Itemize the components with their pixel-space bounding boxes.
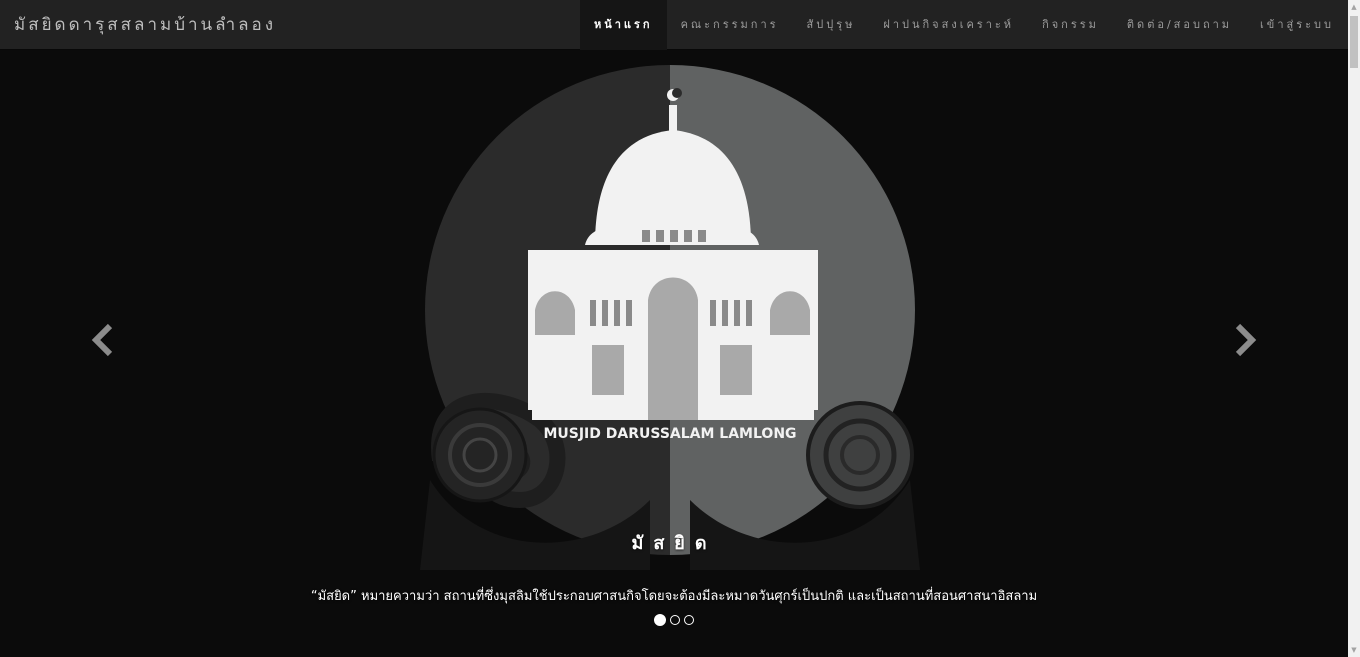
logo-text: MUSJID DARUSSALAM LAMLONG <box>543 426 796 442</box>
chevron-left-icon[interactable] <box>84 320 124 360</box>
nav-item-home[interactable]: หน้าแรก <box>579 0 667 50</box>
scrollbar-thumb[interactable] <box>1350 16 1358 68</box>
hero-carousel: MUSJID DARUSSALAM LAMLONG มัสยิด “มัสยิด… <box>0 50 1348 657</box>
main-nav: หน้าแรก คณะกรรมการ สัปปุรุษ ฝาปนกิจสงเคร… <box>579 0 1348 50</box>
scroll-up-arrow-icon[interactable]: ▲ <box>1348 0 1360 14</box>
nav-item-members[interactable]: สัปปุรุษ <box>793 0 870 50</box>
mosque-logo: MUSJID DARUSSALAM LAMLONG <box>420 65 920 570</box>
scroll-down-arrow-icon[interactable]: ▼ <box>1348 643 1360 657</box>
navbar: มัสยิดดารุสสลามบ้านลำลอง หน้าแรก คณะกรรม… <box>0 0 1348 50</box>
nav-item-login[interactable]: เข้าสู่ระบบ <box>1246 0 1348 50</box>
page-scrollbar[interactable]: ▲ ▼ <box>1348 0 1360 657</box>
carousel-indicators <box>0 614 1348 626</box>
nav-item-committee[interactable]: คณะกรรมการ <box>667 0 793 50</box>
carousel-indicator-2[interactable] <box>670 615 680 625</box>
carousel-caption-title: มัสยิด <box>631 533 717 554</box>
carousel-indicator-3[interactable] <box>684 615 694 625</box>
carousel-indicator-1[interactable] <box>654 614 666 626</box>
site-brand[interactable]: มัสยิดดารุสสลามบ้านลำลอง <box>14 14 276 36</box>
carousel-caption-text: “มัสยิด” หมายความว่า สถานที่ซึ่งมุสลิมใช… <box>310 589 1038 604</box>
chevron-right-icon[interactable] <box>1224 320 1264 360</box>
nav-item-funeral-welfare[interactable]: ฝาปนกิจสงเคราะห์ <box>869 0 1028 50</box>
nav-item-activities[interactable]: กิจกรรม <box>1028 0 1113 50</box>
nav-item-contact[interactable]: ติดต่อ/สอบถาม <box>1113 0 1246 50</box>
